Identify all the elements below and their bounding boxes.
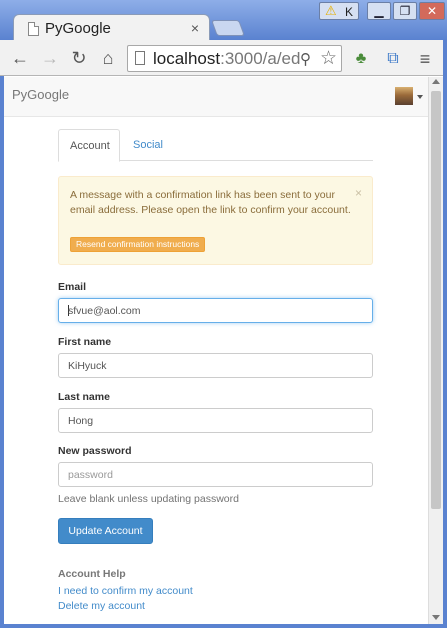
alert-close-icon[interactable]: ×	[355, 186, 362, 200]
window-frame-bottom	[0, 624, 447, 628]
confirmation-alert: A message with a confirmation link has b…	[58, 176, 373, 265]
window-frame-right	[443, 40, 447, 628]
scroll-up-arrow-icon[interactable]	[432, 79, 440, 84]
extension-code-icon[interactable]: ⧉	[382, 48, 404, 70]
email-label: Email	[58, 281, 87, 293]
last-name-field[interactable]: Hong	[58, 408, 373, 433]
reload-icon[interactable]: ↻	[68, 47, 90, 69]
settings-tabs: Account Social	[58, 129, 373, 162]
maximize-button[interactable]: ❐	[393, 2, 417, 20]
new-password-label: New password	[58, 445, 132, 457]
browser-toolbar: ← → ↻ ⌂ localhost:3000/a/ed ⚲ ☆ ♣ ⧉ ≡	[0, 40, 447, 76]
close-window-button[interactable]: ✕	[419, 2, 445, 20]
account-help-heading: Account Help	[58, 568, 126, 580]
confirm-account-link[interactable]: I need to confirm my account	[58, 585, 193, 597]
tab-close-icon[interactable]: ×	[191, 20, 199, 36]
url-path: :3000/a/ed	[220, 49, 301, 68]
window-frame-left	[0, 76, 4, 628]
delete-account-link[interactable]: Delete my account	[58, 600, 145, 612]
home-icon[interactable]: ⌂	[97, 47, 119, 69]
scroll-thumb[interactable]	[431, 91, 441, 509]
email-value: sfvue@aol.com	[68, 305, 141, 317]
site-brand[interactable]: PyGoogle	[12, 87, 69, 102]
new-tab-button[interactable]	[211, 20, 245, 36]
page-icon	[28, 22, 39, 36]
menu-icon[interactable]: ≡	[414, 48, 436, 70]
tab-social[interactable]: Social	[122, 129, 174, 161]
email-field[interactable]: sfvue@aol.com	[58, 298, 373, 323]
page-viewport: PyGoogle Account Social A message with a…	[4, 77, 428, 624]
resend-confirmation-button[interactable]: Resend confirmation instructions	[70, 237, 206, 252]
site-navbar: PyGoogle	[4, 77, 428, 117]
alert-message: A message with a confirmation link has b…	[70, 189, 351, 216]
page-icon	[135, 51, 145, 65]
password-help-text: Leave blank unless updating password	[58, 493, 239, 505]
forward-icon[interactable]: →	[39, 47, 61, 69]
zoom-icon[interactable]: ⚲	[300, 50, 311, 68]
minimize-button[interactable]: ▁	[367, 2, 391, 20]
url-host: localhost	[153, 49, 221, 68]
profile-initial: K	[345, 5, 354, 19]
scroll-down-arrow-icon[interactable]	[432, 615, 440, 620]
last-name-label: Last name	[58, 391, 110, 403]
browser-tab[interactable]: PyGoogle ×	[13, 14, 210, 42]
update-account-button[interactable]: Update Account	[58, 518, 153, 544]
profile-warning-badge[interactable]: ⚠ K	[319, 2, 359, 20]
chevron-down-icon[interactable]	[417, 95, 423, 99]
bookmark-star-icon[interactable]: ☆	[320, 47, 337, 70]
first-name-label: First name	[58, 336, 112, 348]
extension-tree-icon[interactable]: ♣	[350, 48, 372, 70]
first-name-field[interactable]: KiHyuck	[58, 353, 373, 378]
page-scrollbar[interactable]	[428, 77, 443, 624]
tab-title: PyGoogle	[45, 20, 111, 37]
password-field[interactable]: password	[58, 462, 373, 487]
back-icon[interactable]: ←	[9, 47, 31, 69]
window-titlebar: PyGoogle × ⚠ K ▁ ❐ ✕	[0, 0, 447, 42]
address-url: localhost:3000/a/ed	[153, 49, 300, 69]
warning-triangle-icon: ⚠	[325, 3, 337, 18]
address-bar[interactable]: localhost:3000/a/ed ⚲ ☆	[127, 45, 342, 72]
tab-account[interactable]: Account	[58, 129, 120, 162]
user-avatar[interactable]	[395, 87, 413, 105]
